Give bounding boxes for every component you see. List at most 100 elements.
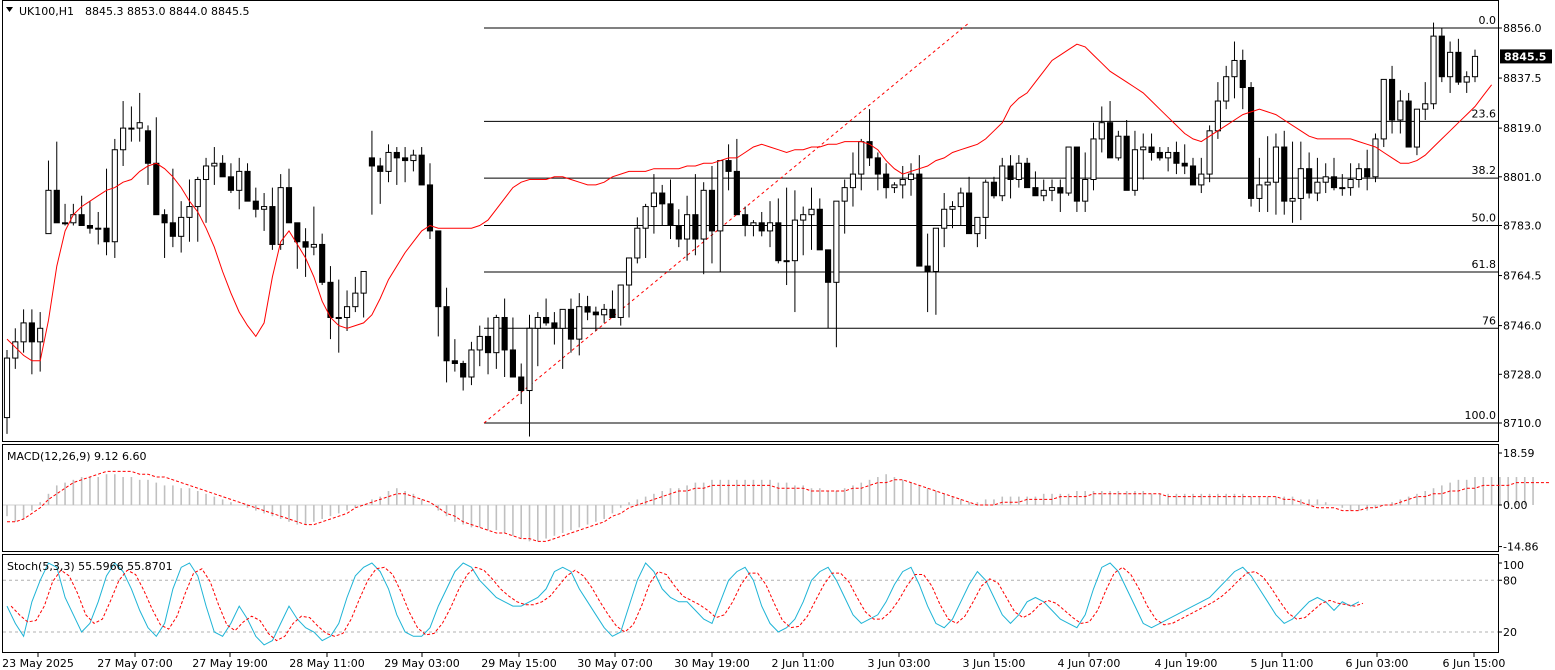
- candle-body: [1123, 135, 1130, 191]
- fib-level-label: 50.0: [1472, 212, 1497, 225]
- ohlc-readout: 8845.3 8853.0 8844.0 8845.5: [85, 5, 249, 18]
- candle-body: [335, 316, 342, 319]
- candle-body: [1281, 146, 1288, 202]
- candle-body: [949, 206, 956, 210]
- candle-body: [261, 206, 268, 210]
- candle-body: [435, 230, 442, 308]
- candle-body: [766, 222, 774, 232]
- candle-body: [1173, 151, 1180, 164]
- candle-body: [534, 316, 541, 329]
- candle-body: [849, 173, 857, 189]
- candle-body: [360, 270, 367, 294]
- time-tick-label: 23 May 2025: [2, 657, 74, 670]
- candle-body: [501, 316, 508, 351]
- candle-body: [393, 151, 400, 159]
- candle: [1065, 146, 1072, 196]
- candle-body: [592, 311, 599, 316]
- candle-body: [1264, 181, 1271, 186]
- candle-body: [460, 362, 467, 378]
- candle-body: [601, 308, 608, 316]
- time-tick-label: 6 Jun 03:00: [1346, 657, 1409, 670]
- candle-body: [1131, 149, 1139, 191]
- candle-body: [1447, 51, 1454, 78]
- candle-body: [1355, 168, 1362, 181]
- candle-body: [20, 322, 27, 343]
- candle-body: [874, 157, 881, 175]
- price-tick-label: 8764.5: [1503, 270, 1542, 283]
- candle-body: [1455, 51, 1462, 83]
- candle-body: [493, 316, 500, 354]
- candle-body: [1024, 162, 1031, 189]
- macd-tick-label: -14.86: [1503, 541, 1538, 554]
- candle-body: [1048, 187, 1056, 191]
- candle-body: [684, 214, 691, 240]
- candle-body: [708, 189, 716, 232]
- candle-body: [194, 179, 201, 208]
- candle-body: [418, 154, 425, 186]
- candle-body: [1231, 59, 1238, 78]
- candle-body: [103, 227, 110, 243]
- time-tick-label: 30 May 19:00: [674, 657, 749, 670]
- candle: [111, 138, 118, 258]
- candle-body: [816, 208, 823, 251]
- candle-body: [302, 241, 309, 248]
- candle-body: [61, 222, 69, 225]
- candle-body: [783, 260, 790, 263]
- candle-body: [758, 222, 765, 232]
- candle-body: [144, 130, 152, 164]
- candle-body: [178, 216, 185, 237]
- fib-level-label: 0.0: [1479, 14, 1497, 27]
- current-price-label: 8845.5: [1504, 50, 1546, 63]
- candle-body: [1007, 165, 1014, 181]
- candle-body: [1073, 146, 1080, 202]
- price-tick-label: 8746.0: [1503, 320, 1542, 333]
- price-tick-label: 8837.5: [1503, 72, 1542, 85]
- candle-body: [1380, 78, 1387, 140]
- candle-body: [1140, 146, 1147, 151]
- chart-background: [0, 0, 1555, 670]
- candle-body: [451, 360, 458, 364]
- candle-body: [1297, 168, 1304, 199]
- candle-body: [136, 122, 143, 129]
- candle-body: [86, 225, 94, 229]
- candle-body: [725, 160, 732, 172]
- candle-body: [28, 322, 35, 343]
- candle-body: [310, 243, 317, 248]
- time-tick-label: 28 May 11:00: [289, 657, 364, 670]
- candle-body: [924, 265, 931, 272]
- candle-body: [791, 219, 798, 262]
- candle-body: [37, 327, 44, 343]
- candle-body: [169, 222, 176, 237]
- candle-body: [609, 308, 616, 318]
- stoch-tick-label: 20: [1503, 626, 1517, 639]
- candle: [1206, 125, 1213, 183]
- candle-body: [78, 214, 85, 227]
- candle-body: [1330, 176, 1338, 189]
- candle-body: [128, 127, 135, 130]
- candle-body: [120, 127, 127, 151]
- candle-body: [1438, 35, 1445, 78]
- candle-body: [1322, 176, 1329, 183]
- candle-body: [1463, 76, 1470, 83]
- candle-body: [1430, 35, 1437, 105]
- candle-body: [999, 165, 1006, 197]
- candle-body: [518, 376, 525, 392]
- candle-body: [1256, 184, 1263, 199]
- candle-body: [990, 181, 998, 197]
- candle-body: [966, 192, 973, 235]
- candle-body: [1306, 168, 1313, 194]
- fib-level-label: 23.6: [1472, 107, 1497, 120]
- time-tick-label: 6 Jun 15:00: [1443, 657, 1506, 670]
- macd-label: MACD(12,26,9) 9.12 6.60: [7, 450, 147, 463]
- macd-tick-label: 0.00: [1503, 499, 1528, 512]
- candle-body: [1388, 78, 1396, 121]
- candle-body: [252, 200, 259, 210]
- candle-body: [833, 200, 840, 283]
- candle-body: [617, 284, 624, 318]
- candle-body: [1032, 187, 1039, 197]
- candle-body: [227, 176, 235, 191]
- time-tick-label: 27 May 07:00: [97, 657, 172, 670]
- stoch-tick-label: 100: [1503, 559, 1524, 572]
- candle-body: [468, 349, 475, 378]
- candle-body: [576, 306, 583, 340]
